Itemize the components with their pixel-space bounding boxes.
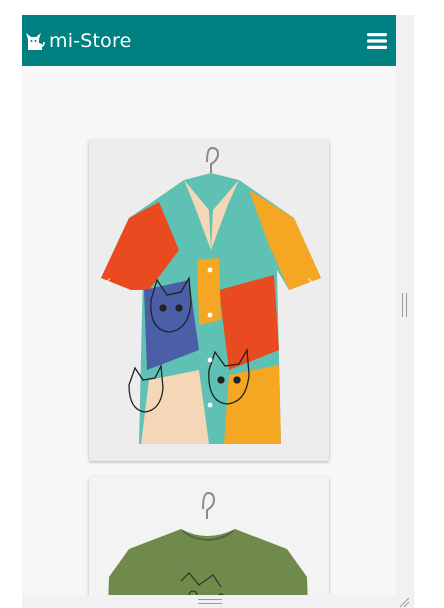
product-image-tshirt	[89, 477, 329, 595]
hamburger-menu-icon	[367, 32, 387, 49]
hamburger-menu-button[interactable]	[366, 30, 388, 52]
product-card[interactable]: ‹ ›	[89, 140, 329, 461]
vertical-resize-handle-icon[interactable]	[402, 293, 407, 317]
horizontal-resize-handle-icon[interactable]	[198, 599, 222, 604]
product-image-shirt	[89, 140, 329, 461]
cat-icon	[26, 32, 45, 50]
app-viewport: mi-Store ‹ ›	[22, 15, 396, 595]
brand-name: mi-Store	[49, 29, 132, 52]
carousel-next-button[interactable]: ›	[303, 272, 317, 292]
carousel-prev-button[interactable]: ‹	[101, 272, 115, 292]
resize-grip-icon[interactable]	[398, 596, 410, 608]
top-navbar: mi-Store	[22, 15, 396, 66]
product-card[interactable]	[89, 477, 329, 595]
brand-link[interactable]: mi-Store	[24, 30, 131, 52]
